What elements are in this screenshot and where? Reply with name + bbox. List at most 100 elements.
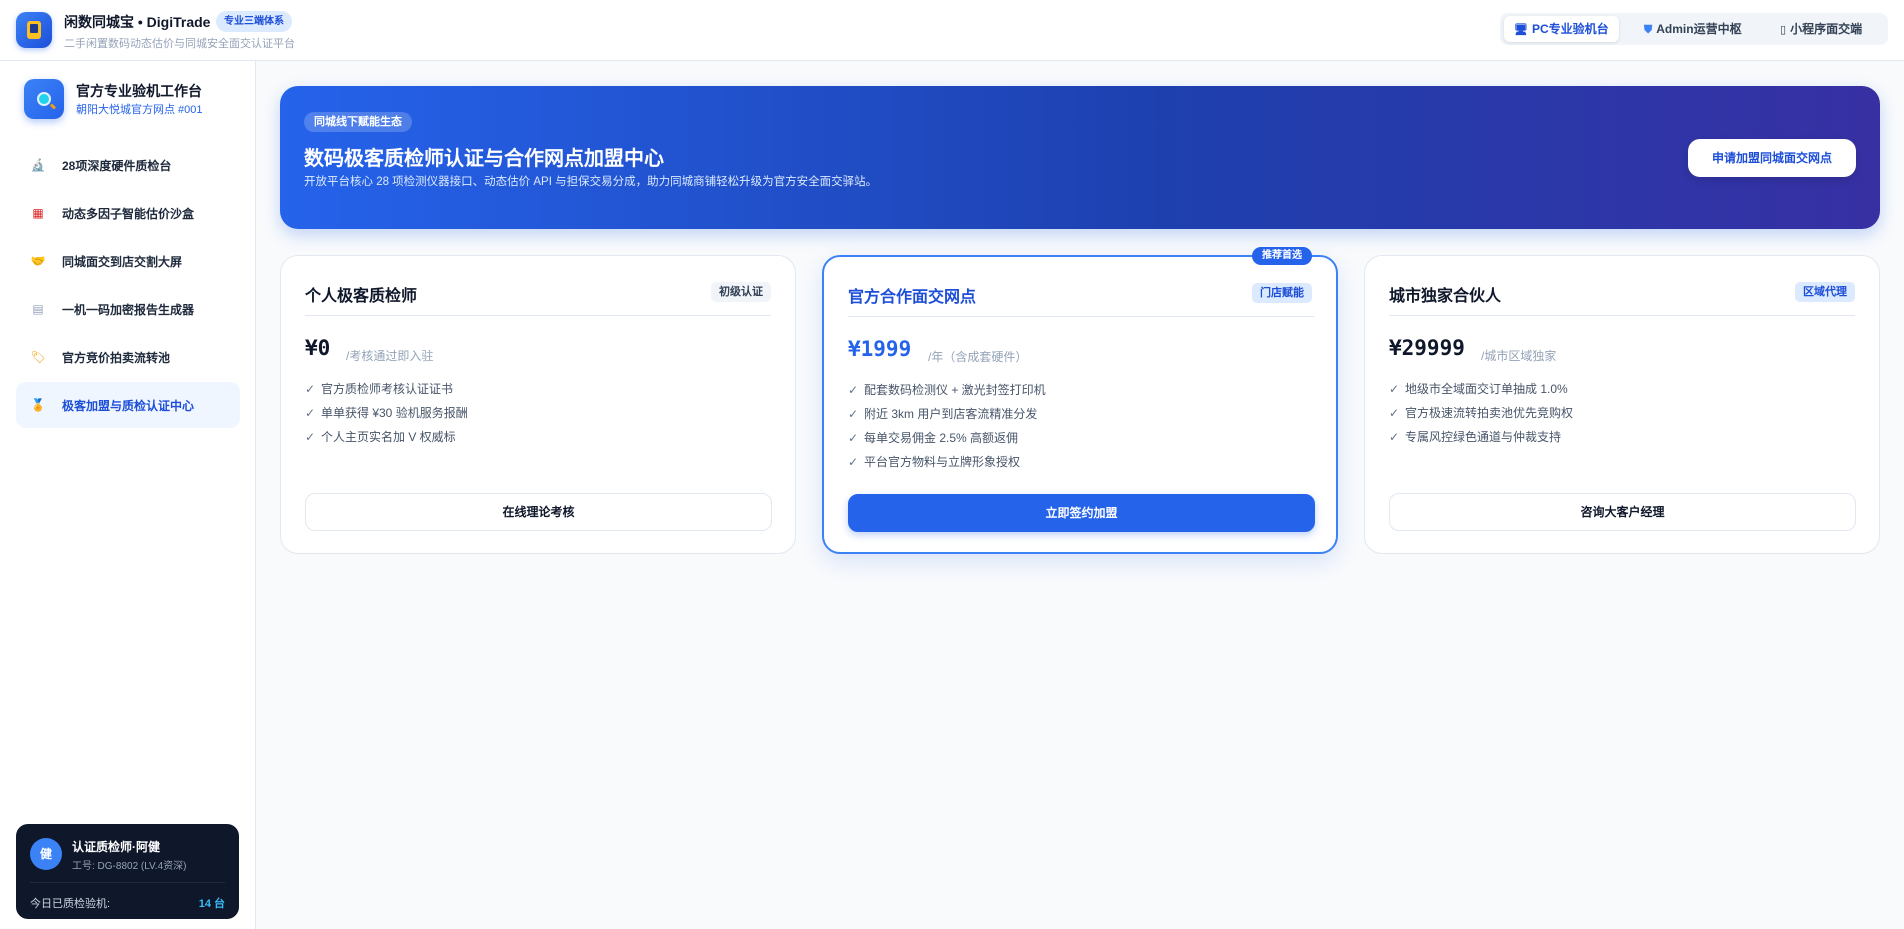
divider	[1389, 315, 1855, 316]
plan-feature: ✓ 单单获得 ¥30 验机服务报酬	[305, 404, 468, 421]
apply-join-button[interactable]: 申请加盟同城面交网点	[1688, 139, 1856, 177]
sidebar-item-label: 同城面交到店交割大屏	[62, 255, 183, 269]
sidebar-item-label: 极客加盟与质检认证中心	[62, 399, 195, 413]
online-exam-button[interactable]: 在线理论考核	[305, 493, 772, 531]
check-icon: ✓	[848, 431, 859, 445]
banner-description: 开放平台核心 28 项检测仪器接口、动态估价 API 与担保交易分成，助力同城商…	[304, 176, 878, 188]
user-profile-card[interactable]: 健 认证质检师·阿健 工号: DG-8802 (LV.4资深) 今日已质检验机:…	[16, 824, 239, 919]
recommended-badge: 推荐首选	[1252, 247, 1312, 265]
user-employee-id: 工号: DG-8802 (LV.4资深)	[72, 861, 187, 872]
feature-text: 配套数码检测仪 + 激光封签打印机	[864, 383, 1046, 397]
sidebar-item-valuation-sandbox[interactable]: ▦ 动态多因子智能估价沙盒	[16, 190, 240, 236]
magnifier-icon	[24, 79, 64, 119]
banner-title: 数码极客质检师认证与合作网点加盟中心	[304, 148, 664, 170]
tab-label: PC专业验机台	[1531, 22, 1609, 36]
plan-feature: ✓ 配套数码检测仪 + 激光封签打印机	[848, 381, 1046, 398]
plan-badge: 门店赋能	[1252, 283, 1312, 303]
monitor-icon: 🖥	[1514, 24, 1528, 36]
check-icon: ✓	[1389, 430, 1400, 444]
plan-feature: ✓ 附近 3km 用户到店客流精准分发	[848, 405, 1037, 422]
sidebar-item-hardware-inspection[interactable]: 🔬 28项深度硬件质检台	[16, 142, 240, 188]
medal-icon: 🏅	[30, 398, 46, 412]
handshake-icon: 🤝	[30, 254, 46, 268]
check-icon: ✓	[848, 455, 859, 469]
check-icon: ✓	[848, 383, 859, 397]
app-subtitle: 二手闲置数码动态估价与同城安全面交认证平台	[64, 38, 295, 50]
plan-title: 官方合作面交网点	[848, 289, 977, 306]
plan-price: ¥0	[305, 336, 331, 360]
tab-miniprogram[interactable]: ▯ 小程序面交端	[1770, 16, 1872, 42]
plan-title: 城市独家合伙人	[1389, 288, 1502, 305]
feature-text: 单单获得 ¥30 验机服务报酬	[321, 406, 468, 420]
feature-text: 附近 3km 用户到店客流精准分发	[864, 407, 1038, 421]
check-icon: ✓	[848, 407, 859, 421]
sign-up-join-button[interactable]: 立即签约加盟	[848, 494, 1315, 532]
shield-icon: ⛊	[1644, 24, 1653, 36]
hero-banner: 同城线下赋能生态 数码极客质检师认证与合作网点加盟中心 开放平台核心 28 项检…	[280, 86, 1880, 229]
check-icon: ✓	[305, 382, 316, 396]
sidebar-item-label: 28项深度硬件质检台	[62, 159, 172, 173]
banner-tag: 同城线下赋能生态	[304, 112, 412, 132]
plan-feature: ✓ 官方质检师考核认证证书	[305, 380, 453, 397]
document-icon: ▤	[32, 302, 44, 316]
check-icon: ✓	[1389, 406, 1400, 420]
tag-icon: 🏷	[30, 350, 46, 364]
plan-title: 个人极客质检师	[305, 288, 418, 305]
workspace-title: 官方专业验机工作台	[76, 83, 202, 99]
plan-badge: 初级认证	[711, 282, 771, 302]
divider	[305, 315, 771, 316]
sidebar-item-label: 官方竞价拍卖流转池	[62, 351, 171, 365]
sidebar-item-label: 一机一码加密报告生成器	[62, 303, 195, 317]
plan-card-partner-store: 推荐首选 官方合作面交网点 门店赋能 ¥1999 /年（含成套硬件） ✓ 配套数码…	[822, 247, 1338, 554]
daily-count-label: 今日已质检验机:	[30, 898, 111, 910]
divider	[848, 316, 1314, 317]
workspace-location: 朝阳大悦城官方网点 #001	[76, 104, 203, 116]
plan-feature: ✓ 个人主页实名加 V 权威标	[305, 428, 456, 445]
tab-admin-hub[interactable]: ⛊ Admin运营中枢	[1634, 16, 1752, 42]
divider	[30, 882, 225, 883]
check-icon: ✓	[305, 430, 316, 444]
contact-account-manager-button[interactable]: 咨询大客户经理	[1389, 493, 1856, 531]
plan-card-city-partner: 城市独家合伙人 区域代理 ¥29999 /城市区域独家 ✓ 地级市全域面交订单抽成…	[1364, 255, 1880, 554]
abacus-icon: ▦	[32, 206, 44, 220]
microscope-icon: 🔬	[30, 158, 46, 172]
app-title: 闲数同城宝 • DigiTrade	[64, 14, 211, 30]
plan-price-unit: /考核通过即入驻	[346, 349, 434, 363]
sidebar-item-handover-screen[interactable]: 🤝 同城面交到店交割大屏	[16, 238, 240, 284]
plan-card-individual: 个人极客质检师 初级认证 ¥0 /考核通过即入驻 ✓ 官方质检师考核认证证书 ✓ 单…	[280, 255, 796, 554]
feature-text: 每单交易佣金 2.5% 高额返佣	[864, 431, 1019, 445]
plan-feature: ✓ 平台官方物料与立牌形象授权	[848, 453, 1020, 470]
plan-feature: ✓ 每单交易佣金 2.5% 高额返佣	[848, 429, 1018, 446]
user-name: 认证质检师·阿健	[72, 840, 160, 854]
plan-price: ¥1999	[848, 337, 912, 361]
tab-pc-workbench[interactable]: 🖥 PC专业验机台	[1504, 16, 1619, 42]
sidebar-item-auction-pool[interactable]: 🏷 官方竞价拍卖流转池	[16, 334, 240, 380]
sidebar-item-label: 动态多因子智能估价沙盒	[62, 207, 195, 221]
plan-price-unit: /年（含成套硬件）	[928, 350, 1028, 364]
tab-label: Admin运营中枢	[1656, 22, 1742, 36]
sidebar: 官方专业验机工作台 朝阳大悦城官方网点 #001 🔬 28项深度硬件质检台 ▦ …	[0, 61, 256, 929]
feature-text: 地级市全域面交订单抽成 1.0%	[1405, 382, 1568, 396]
tab-label: 小程序面交端	[1790, 22, 1863, 36]
top-header: 闲数同城宝 • DigiTrade 专业三端体系 二手闲置数码动态估价与同城安全…	[0, 0, 1904, 61]
check-icon: ✓	[1389, 382, 1400, 396]
sidebar-item-report-generator[interactable]: ▤ 一机一码加密报告生成器	[16, 286, 240, 332]
feature-text: 官方质检师考核认证证书	[321, 382, 454, 396]
sidebar-item-certification-center[interactable]: 🏅 极客加盟与质检认证中心	[16, 382, 240, 428]
feature-text: 个人主页实名加 V 权威标	[321, 430, 456, 444]
plan-feature: ✓ 专属风控绿色通道与仲裁支持	[1389, 428, 1561, 445]
plan-price-unit: /城市区域独家	[1481, 349, 1557, 363]
avatar: 健	[30, 838, 62, 870]
plan-feature: ✓ 官方极速流转拍卖池优先竞购权	[1389, 404, 1573, 421]
check-icon: ✓	[305, 406, 316, 420]
daily-count-value: 14 台	[198, 898, 225, 910]
plan-feature: ✓ 地级市全域面交订单抽成 1.0%	[1389, 380, 1568, 397]
feature-text: 官方极速流转拍卖池优先竞购权	[1405, 406, 1574, 420]
feature-text: 平台官方物料与立牌形象授权	[864, 455, 1021, 469]
app-logo-icon[interactable]	[16, 12, 52, 48]
feature-text: 专属风控绿色通道与仲裁支持	[1405, 430, 1562, 444]
plan-price: ¥29999	[1389, 336, 1465, 360]
plan-badge: 区域代理	[1795, 282, 1855, 302]
platform-switcher: 🖥 PC专业验机台 ⛊ Admin运营中枢 ▯ 小程序面交端	[1500, 13, 1888, 45]
system-tag-badge: 专业三端体系	[216, 11, 292, 32]
